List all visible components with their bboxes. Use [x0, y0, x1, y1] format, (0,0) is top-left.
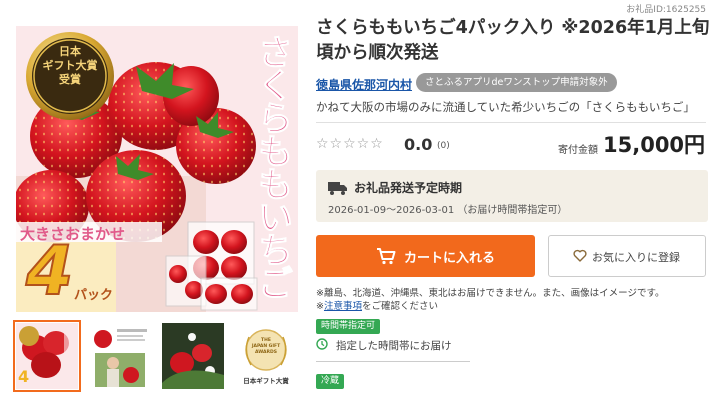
- shipping-dates: 2026-01-09～2026-03-01 （お届け時間帯指定可）: [328, 205, 568, 216]
- shipping-title: お礼品発送予定時期: [354, 181, 463, 195]
- thumbnail-4[interactable]: THE JAPAN GIFT AWARDS 日本ギフト大賞: [235, 323, 297, 389]
- price-value: 15,000円: [603, 133, 706, 157]
- chilled-tag: 冷蔵: [316, 374, 345, 389]
- divider: [316, 122, 706, 123]
- award-thumb-caption: 日本ギフト大賞: [243, 377, 289, 385]
- thumbnail-strip: 4 THE JAPAN GIFT AWARDS 日本ギフト大賞: [13, 320, 298, 393]
- add-to-cart-button[interactable]: カートに入れる: [316, 235, 535, 277]
- thumbnail-3-image: [162, 323, 224, 389]
- caution-note: ※注意事項をご確認ください: [316, 301, 438, 312]
- award-text: 日本 ギフト大賞 受賞: [42, 45, 98, 86]
- pack-label: パック: [74, 288, 114, 303]
- cart-icon: [377, 248, 396, 265]
- thumbnail-2-image: [89, 323, 151, 389]
- product-title: さくらももいちご4パック入り ※2026年1月上旬頃から順次発送: [316, 18, 710, 63]
- thumbnail-3[interactable]: [162, 323, 224, 389]
- delivery-note: ※離島、北海道、沖縄県、東北はお届けできません。また、画像はイメージです。: [316, 288, 665, 299]
- add-favorite-button[interactable]: お気に入りに登録: [548, 235, 706, 277]
- review-count-link[interactable]: (0): [437, 141, 450, 151]
- municipality-link[interactable]: 徳島県佐那河内村: [316, 76, 412, 93]
- rating-score: 0.0: [404, 135, 433, 154]
- caution-link[interactable]: 注意事項: [324, 301, 362, 312]
- main-product-image[interactable]: 日本 ギフト大賞 受賞 さくらももいちご 大きさおまかせ 4 パック: [16, 26, 298, 312]
- divider: [316, 361, 470, 362]
- product-description: かねて大阪の市場のみに流通していた希少いちごの「さくらももいちご」: [316, 100, 695, 114]
- add-favorite-label: お気に入りに登録: [592, 251, 680, 264]
- award-thumb-text: THE JAPAN GIFT AWARDS: [251, 338, 281, 355]
- add-to-cart-label: カートに入れる: [404, 251, 496, 266]
- vertical-product-name: さくらももいちご: [252, 34, 293, 299]
- price-label: 寄付金額: [558, 145, 598, 156]
- thumbnail-1-number: 4: [18, 367, 30, 386]
- thumbnail-2[interactable]: [89, 323, 151, 389]
- shipping-schedule-box: お礼品発送予定時期 2026-01-09～2026-03-01 （お届け時間帯指…: [316, 170, 708, 222]
- time-slot-text: 指定した時間帯にお届け: [336, 340, 452, 352]
- onestop-badge: さとふるアプリdeワンストップ申請対象外: [416, 73, 617, 92]
- pack-count: 4: [25, 231, 74, 312]
- time-slot-tag: 時間帯指定可: [316, 319, 381, 334]
- truck-icon: [328, 182, 347, 195]
- heart-icon: [573, 249, 587, 262]
- rating-stars: ☆☆☆☆☆: [316, 136, 384, 152]
- item-id: お礼品ID:1625255: [626, 5, 706, 15]
- thumbnail-1[interactable]: 4: [13, 320, 81, 392]
- clock-icon: [316, 338, 328, 350]
